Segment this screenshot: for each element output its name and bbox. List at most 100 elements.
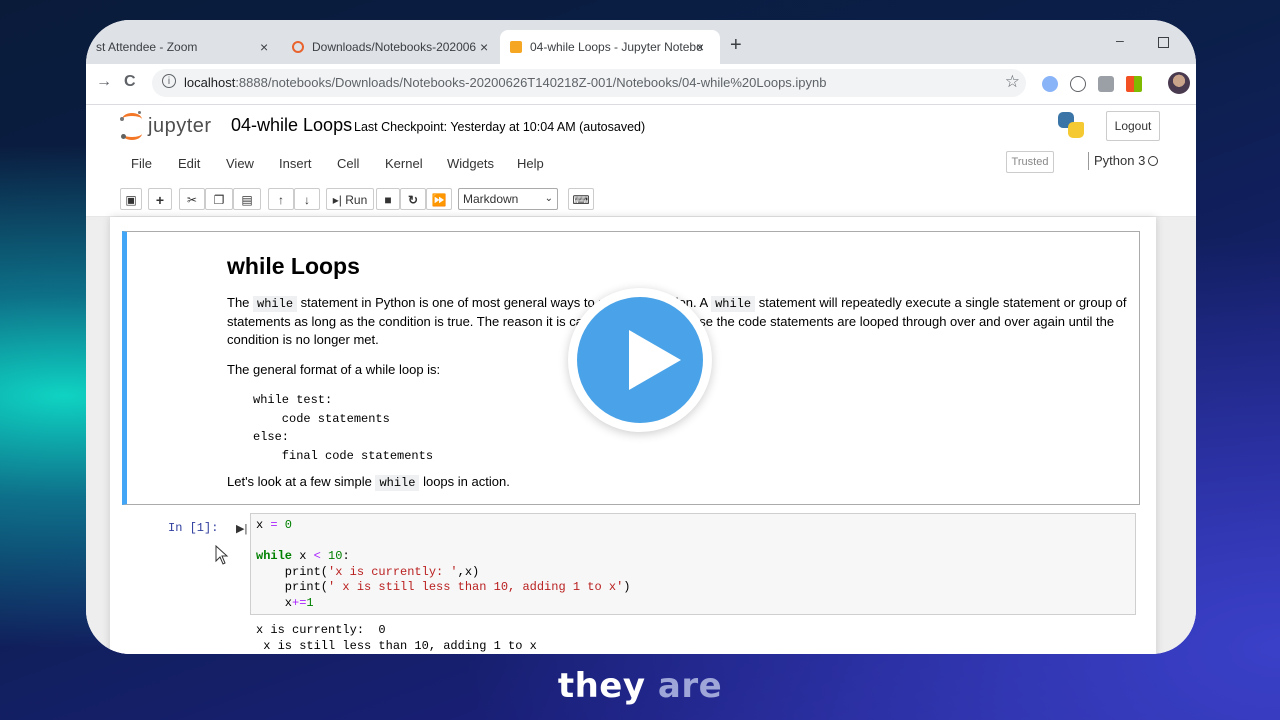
jupyter-wordmark[interactable]: jupyter [148, 115, 212, 138]
cell-output: x is currently: 0 x is still less than 1… [256, 623, 537, 653]
code-token: += [292, 595, 307, 610]
maximize-icon[interactable] [1158, 37, 1169, 48]
move-up-icon[interactable]: ↑ [268, 188, 294, 210]
profile-avatar[interactable] [1168, 72, 1190, 94]
notebook-favicon-icon [510, 41, 522, 53]
code-token: 10 [320, 549, 343, 563]
code-token: x [256, 518, 271, 532]
url-host: localhost [184, 75, 236, 90]
trusted-indicator[interactable]: Trusted [1006, 151, 1054, 173]
checkpoint-status: Last Checkpoint: Yesterday at 10:04 AM (… [354, 120, 646, 134]
forward-icon[interactable]: → [96, 73, 112, 91]
tab-downloads[interactable]: Downloads/Notebooks-20200626 × [286, 30, 496, 64]
play-icon [577, 297, 703, 423]
new-tab-icon[interactable]: + [730, 34, 742, 57]
minimize-icon[interactable]: – [1116, 32, 1124, 48]
close-icon[interactable]: × [696, 39, 704, 55]
code-token: : [342, 549, 350, 563]
copy-icon[interactable]: ❐ [205, 188, 233, 210]
code-cell-input[interactable]: x = 0 while x < 10: print('x is currentl… [250, 513, 1136, 615]
inline-code: while [375, 475, 420, 491]
run-label: Run [345, 193, 368, 207]
restart-icon[interactable]: ↻ [400, 188, 426, 210]
loading-icon [292, 41, 304, 53]
browser-navbar: → C i localhost:8888/notebooks/Downloads… [86, 64, 1196, 105]
paste-icon[interactable]: ▤ [233, 188, 261, 210]
mouse-cursor-icon [215, 545, 229, 565]
interrupt-icon[interactable]: ■ [376, 188, 400, 210]
cell-type-select[interactable]: Markdown ⌄ [458, 188, 558, 210]
tab-title: Downloads/Notebooks-20200626 [312, 40, 476, 54]
info-icon[interactable]: i [162, 74, 176, 88]
input-prompt: In [1]: [168, 521, 219, 535]
notebook-area: while Loops The while statement in Pytho… [86, 217, 1196, 654]
menu-insert[interactable]: Insert [279, 156, 312, 171]
python-logo-icon [1058, 112, 1084, 138]
menu-file[interactable]: File [131, 156, 152, 171]
menu-kernel[interactable]: Kernel [385, 156, 423, 171]
code-token: ' x is still less than 10, adding 1 to x… [328, 580, 624, 594]
code-token: 0 [277, 518, 293, 532]
jupyter-logo-icon[interactable] [120, 111, 142, 140]
text: loops in action. [419, 474, 510, 489]
code-token: ,x) [457, 564, 480, 579]
tab-zoom[interactable]: st Attendee - Zoom × [86, 30, 276, 64]
kernel-name[interactable]: Python 3 [1088, 152, 1145, 170]
paragraph-action: Let's look at a few simple while loops i… [227, 473, 1127, 492]
code-text: x = 0 while x < 10: print('x is currentl… [256, 518, 630, 611]
code-token: print( [256, 580, 329, 594]
save-icon[interactable]: ▣ [120, 188, 142, 210]
extension-v-icon[interactable] [1070, 76, 1086, 92]
bookmark-star-icon[interactable]: ☆ [1005, 72, 1020, 92]
insert-cell-icon[interactable]: + [148, 188, 172, 210]
code-token: print( [256, 564, 329, 579]
windows-extension-icon[interactable] [1126, 76, 1142, 92]
code-token: ) [623, 580, 631, 594]
run-button[interactable]: ▸| Run [326, 188, 374, 210]
code-token: 1 [306, 595, 314, 610]
code-token: x [292, 549, 314, 563]
reload-icon[interactable]: C [124, 73, 136, 91]
code-token: = [270, 518, 278, 532]
inline-code: while [711, 296, 756, 312]
move-down-icon[interactable]: ↓ [294, 188, 320, 210]
keyboard-icon[interactable]: ⌨ [568, 188, 594, 210]
close-icon[interactable]: × [480, 39, 488, 55]
url-text: localhost:8888/notebooks/Downloads/Noteb… [184, 75, 827, 90]
code-token: 'x is currently: ' [328, 564, 458, 579]
run-cell-icon[interactable]: ▶| [236, 522, 247, 535]
browser-tabstrip: st Attendee - Zoom × Downloads/Notebooks… [86, 20, 1196, 64]
code-token: while [256, 549, 293, 563]
kernel-idle-icon [1148, 156, 1158, 166]
menu-view[interactable]: View [226, 156, 254, 171]
menu-cell[interactable]: Cell [337, 156, 359, 171]
menu-edit[interactable]: Edit [178, 156, 200, 171]
extension-icon[interactable] [1042, 76, 1058, 92]
cell-heading: while Loops [227, 253, 360, 279]
text: The [227, 295, 254, 310]
tab-title: 04-while Loops - Jupyter Notebo [530, 40, 702, 54]
notebook-page: while Loops The while statement in Pytho… [110, 217, 1156, 654]
code-token: < [313, 549, 321, 563]
url-path: :8888/notebooks/Downloads/Notebooks-2020… [235, 75, 827, 90]
logout-button[interactable]: Logout [1106, 111, 1160, 141]
notebook-name[interactable]: 04-while Loops [231, 115, 352, 136]
jupyter-header: jupyter 04-while Loops Last Checkpoint: … [86, 105, 1196, 145]
video-caption: they are [0, 666, 1280, 706]
jupyter-toolbar: ▣ + ✂ ❐ ▤ ↑ ↓ ▸| Run ■ ↻ ⏩ Markdown ⌄ ⌨ [86, 180, 1196, 217]
menu-widgets[interactable]: Widgets [447, 156, 494, 171]
caption-word-highlight: are [657, 666, 723, 706]
cut-icon[interactable]: ✂ [179, 188, 205, 210]
jupyter-menubar: File Edit View Insert Cell Kernel Widget… [86, 146, 1196, 180]
tab-jupyter-active[interactable]: 04-while Loops - Jupyter Notebo × [500, 30, 720, 64]
menu-help[interactable]: Help [517, 156, 544, 171]
restart-run-all-icon[interactable]: ⏩ [426, 188, 452, 210]
extension-chat-icon[interactable] [1098, 76, 1114, 92]
caption-word: they [557, 666, 658, 706]
inline-code: while [253, 296, 298, 312]
address-bar[interactable]: i localhost:8888/notebooks/Downloads/Not… [152, 69, 1026, 97]
cell-type-value: Markdown [463, 192, 519, 206]
tab-title: st Attendee - Zoom [96, 40, 198, 54]
close-icon[interactable]: × [260, 39, 268, 55]
play-video-button[interactable] [568, 288, 712, 432]
